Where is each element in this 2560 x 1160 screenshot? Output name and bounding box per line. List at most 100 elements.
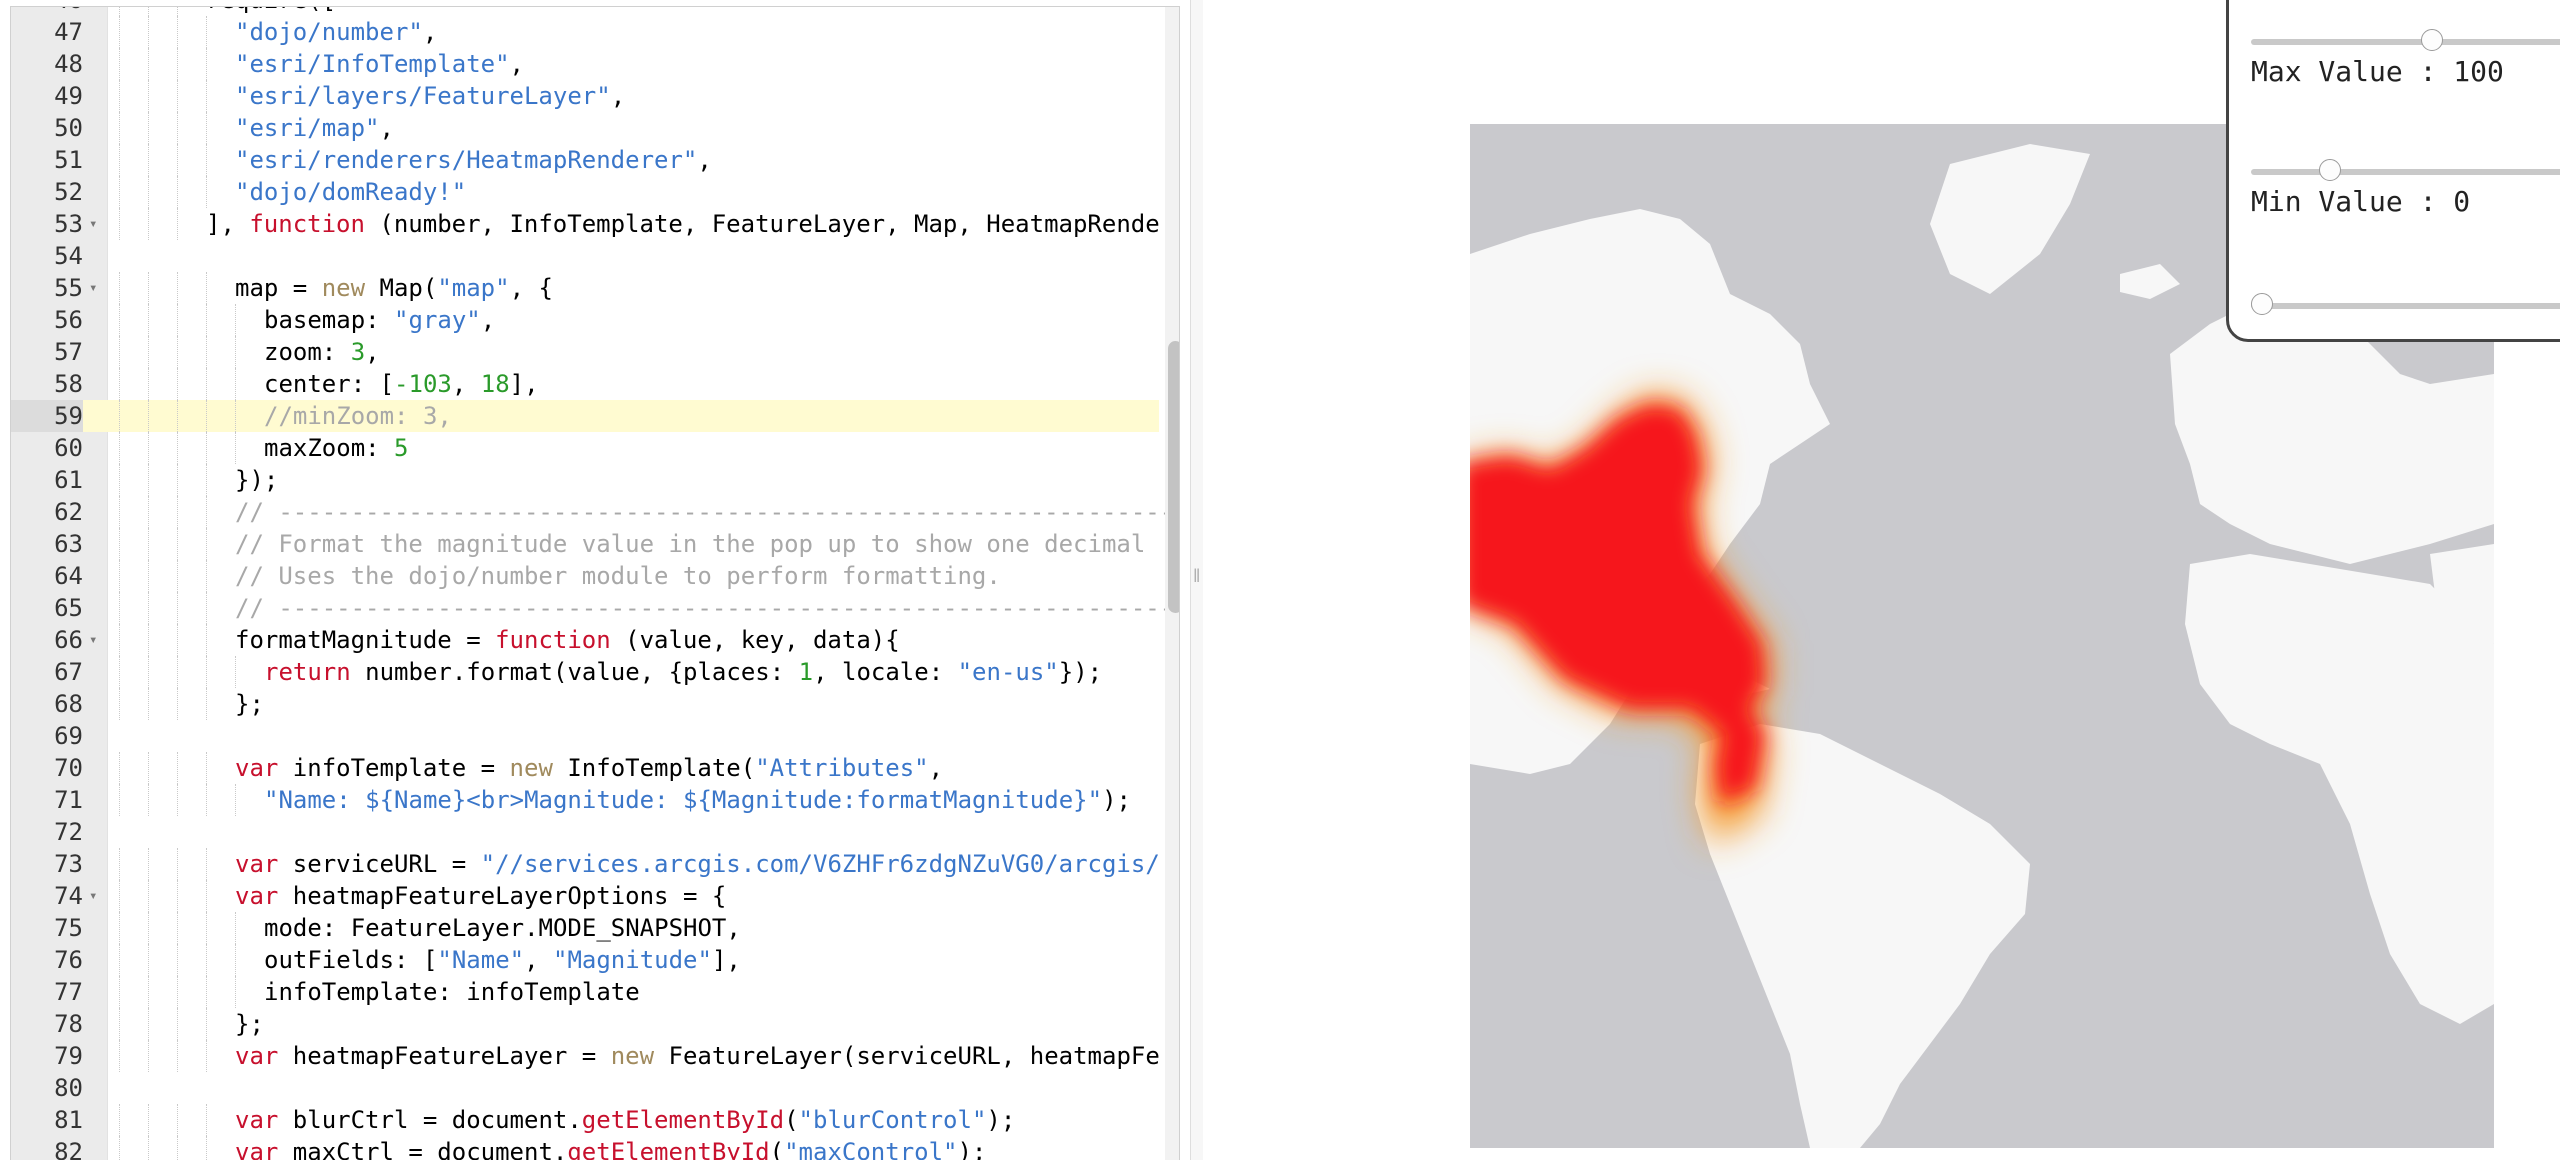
indent-guide — [206, 592, 207, 624]
code-line[interactable]: 59 //minZoom: 3, — [11, 400, 1159, 432]
indent-guide — [119, 592, 120, 624]
line-number: 68 — [54, 690, 83, 718]
indent-guide — [235, 656, 236, 688]
code-text: return number.format(value, {places: 1, … — [264, 658, 1103, 686]
indent-guide — [206, 752, 207, 784]
code-line[interactable]: 50 "esri/map", — [11, 112, 1159, 144]
indent-guide — [235, 400, 236, 432]
code-line[interactable]: 68}; — [11, 688, 1159, 720]
code-line[interactable]: 51 "esri/renderers/HeatmapRenderer", — [11, 144, 1159, 176]
code-line[interactable]: 56 basemap: "gray", — [11, 304, 1159, 336]
code-line[interactable]: 46 require([ — [11, 7, 1159, 16]
code-line[interactable]: 72 — [11, 816, 1159, 848]
code-editor[interactable]: 46 require([47 "dojo/number", 48 "esri/InfoT… — [0, 0, 1190, 1160]
code-line[interactable]: 53 ▾], function (number, InfoTemplate, Fe… — [11, 208, 1160, 240]
code-line[interactable]: 69 — [11, 720, 1159, 752]
indent-guide — [235, 304, 236, 336]
fold-arrow-icon[interactable]: ▾ — [89, 880, 103, 912]
code-line[interactable]: 66 ▾ formatMagnitude = function (value, ke… — [11, 624, 1159, 656]
code-line[interactable]: 55 ▾ map = new Map("map", { — [11, 272, 1159, 304]
line-number: 60 — [54, 434, 83, 462]
indent-guide — [177, 464, 178, 496]
indent-guide — [148, 752, 149, 784]
editor-scrollbar-thumb[interactable] — [1168, 341, 1179, 613]
code-line[interactable]: 49 "esri/layers/FeatureLayer", — [11, 80, 1159, 112]
code-line[interactable]: 65 // -----------------------------------… — [11, 592, 1179, 624]
fold-arrow-icon[interactable]: ▾ — [89, 624, 103, 656]
code-text: var blurCtrl = document.getElementById("… — [235, 1106, 1016, 1134]
min-value-slider[interactable] — [2251, 293, 2560, 315]
code-line[interactable]: 58 center: [-103, 18], — [11, 368, 1159, 400]
indent-guide — [119, 272, 120, 304]
indent-guide — [119, 7, 120, 16]
code-line[interactable]: 74 ▾ var heatmapFeatureLayerOptions = { — [11, 880, 1159, 912]
code-line[interactable]: 47 "dojo/number", — [11, 16, 1159, 48]
code-line[interactable]: 81 var blurCtrl = document.getElementById… — [11, 1104, 1159, 1136]
code-line[interactable]: 52 "dojo/domReady!" — [11, 176, 1159, 208]
line-number: 50 — [54, 114, 83, 142]
pane-splitter[interactable]: ‖ — [1190, 0, 1204, 1160]
indent-guide — [148, 1040, 149, 1072]
code-line[interactable]: 48 "esri/InfoTemplate", — [11, 48, 1159, 80]
line-number: 55 — [54, 274, 83, 302]
max-value-slider[interactable] — [2251, 159, 2560, 181]
line-number: 70 — [54, 754, 83, 782]
indent-guide — [148, 528, 149, 560]
code-line[interactable]: 67 return number.format(value, {places: 1… — [11, 656, 1159, 688]
min-value-slider-thumb[interactable] — [2251, 293, 2273, 315]
indent-guide — [206, 1136, 207, 1160]
indent-guide — [177, 304, 178, 336]
indent-guide — [206, 528, 207, 560]
code-line[interactable]: 54 — [11, 240, 1159, 272]
max-value-slider-thumb[interactable] — [2319, 159, 2342, 181]
indent-guide — [148, 1008, 149, 1040]
min-value-label: Min Value : 0 — [2251, 185, 2471, 218]
indent-guide — [148, 80, 149, 112]
code-text: //minZoom: 3, — [264, 402, 452, 430]
line-number: 62 — [54, 498, 83, 526]
code-line[interactable]: 63 // Format the magnitude value in the p… — [11, 528, 1159, 560]
code-line[interactable]: 80 — [11, 1072, 1159, 1104]
code-line[interactable]: 73 var serviceURL = "//services.arcgis.co… — [11, 848, 1160, 880]
line-number: 49 — [54, 82, 83, 110]
blur-slider-thumb[interactable] — [2421, 29, 2444, 51]
code-line[interactable]: 76 outFields: ["Name", "Magnitude"], — [11, 944, 1159, 976]
code-text: "Name: ${Name}<br>Magnitude: ${Magnitude… — [264, 786, 1131, 814]
indent-guide — [119, 912, 120, 944]
code-line[interactable]: 62 // -----------------------------------… — [11, 496, 1179, 528]
editor-scrollbar[interactable] — [1165, 7, 1179, 1160]
indent-guide — [148, 464, 149, 496]
code-line[interactable]: 61}); — [11, 464, 1159, 496]
indent-guide — [148, 304, 149, 336]
code-line[interactable]: 78}; — [11, 1008, 1159, 1040]
code-line[interactable]: 71 "Name: ${Name}<br>Magnitude: ${Magnitu… — [11, 784, 1159, 816]
code-text: var serviceURL = "//services.arcgis.com/… — [235, 850, 1160, 878]
code-area[interactable]: 46 require([47 "dojo/number", 48 "esri/InfoT… — [11, 7, 1179, 1160]
indent-guide — [177, 1008, 178, 1040]
fold-arrow-icon[interactable]: ▾ — [89, 272, 103, 304]
fold-arrow-icon[interactable]: ▾ — [89, 208, 103, 240]
indent-guide — [206, 336, 207, 368]
indent-guide — [148, 880, 149, 912]
code-line[interactable]: 77 infoTemplate: infoTemplate — [11, 976, 1159, 1008]
indent-guide — [206, 944, 207, 976]
indent-guide — [206, 368, 207, 400]
indent-guide — [177, 400, 178, 432]
indent-guide — [206, 624, 207, 656]
code-line[interactable]: 70 var infoTemplate = new InfoTemplate("A… — [11, 752, 1159, 784]
line-number: 48 — [54, 50, 83, 78]
code-line[interactable]: 75 mode: FeatureLayer.MODE_SNAPSHOT, — [11, 912, 1159, 944]
line-number: 52 — [54, 178, 83, 206]
code-line[interactable]: 79 var heatmapFeatureLayer = new FeatureL… — [11, 1040, 1160, 1072]
code-line[interactable]: 57 zoom: 3, — [11, 336, 1159, 368]
code-line[interactable]: 82 var maxCtrl = document.getElementById(… — [11, 1136, 1159, 1160]
code-line[interactable]: 64 // Uses the dojo/number module to perf… — [11, 560, 1159, 592]
indent-guide — [148, 48, 149, 80]
line-number: 78 — [54, 1010, 83, 1038]
indent-guide — [177, 368, 178, 400]
indent-guide — [119, 1040, 120, 1072]
blur-slider[interactable] — [2251, 29, 2560, 51]
indent-guide — [148, 7, 149, 16]
splitter-grip-icon[interactable]: ‖ — [1193, 566, 1200, 587]
code-line[interactable]: 60 maxZoom: 5 — [11, 432, 1159, 464]
